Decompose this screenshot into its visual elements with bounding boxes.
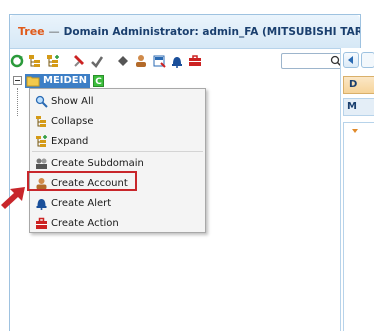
arrow-left-icon (348, 56, 353, 64)
create-document-icon (153, 55, 166, 68)
create-action-icon (189, 55, 201, 66)
menu-item-label: Expand (51, 135, 89, 147)
collapse-tree-button[interactable] (27, 53, 43, 69)
collapse-toggle[interactable] (13, 76, 22, 85)
menu-item-show-all[interactable]: Show All (30, 91, 205, 111)
menu-item-collapse[interactable]: Collapse (30, 111, 205, 131)
refresh-icon (10, 54, 24, 68)
tree-connector (17, 88, 18, 116)
menu-item-label: Collapse (51, 115, 94, 127)
create-subdomain-button[interactable] (115, 53, 131, 69)
folder-icon (26, 76, 40, 86)
refresh-button[interactable] (9, 53, 25, 69)
title-separator: — (48, 25, 60, 38)
menu-item-label: Create Subdomain (51, 157, 144, 169)
create-account-icon (136, 55, 146, 67)
expand-icon (34, 134, 48, 148)
tree-root-row: MEIDEN C (13, 73, 105, 88)
pointer-arrow-icon (1, 187, 25, 209)
tree-toolbar (9, 50, 345, 72)
alert-bell-icon (34, 196, 48, 210)
collapse-icon (34, 114, 48, 128)
forward-button[interactable] (361, 52, 374, 68)
unmark-button[interactable] (89, 53, 105, 69)
menu-item-create-action[interactable]: Create Action (30, 213, 205, 233)
unmark-icon (91, 56, 104, 68)
domain-badge: C (93, 74, 105, 87)
create-account-button[interactable] (133, 53, 149, 69)
menu-separator (32, 151, 203, 152)
tree-node-label: MEIDEN (43, 75, 88, 86)
magnifier-icon (34, 94, 48, 108)
menu-item-label: Create Action (51, 217, 119, 229)
detail-panel: D M (340, 48, 374, 331)
search-input[interactable] (281, 53, 345, 69)
expand-tree-button[interactable] (45, 53, 61, 69)
menu-item-create-subdomain[interactable]: Create Subdomain (30, 153, 205, 173)
context-menu: Show All Collapse Expand Create Subdomai… (27, 88, 206, 233)
create-subdomain-icon (118, 56, 128, 66)
detail-content (343, 122, 374, 331)
highlight-frame (27, 171, 137, 191)
mark-button[interactable] (71, 53, 87, 69)
back-button[interactable] (343, 52, 359, 68)
title-domain-admin: Domain Administrator: admin_FA (MITSUBIS… (63, 25, 360, 38)
menu-item-create-alert[interactable]: Create Alert (30, 193, 205, 213)
tree-node-meiden[interactable]: MEIDEN (25, 73, 91, 88)
dropdown-arrow-icon[interactable] (352, 129, 358, 133)
collapse-tree-icon (29, 55, 40, 67)
mark-icon (74, 55, 84, 67)
tab-d[interactable]: D (343, 76, 374, 94)
menu-item-label: Show All (51, 95, 94, 107)
panel-titlebar: Tree — Domain Administrator: admin_FA (M… (10, 15, 360, 49)
subdomain-icon (34, 156, 48, 170)
title-tree: Tree (18, 25, 45, 38)
menu-item-label: Create Alert (51, 197, 112, 209)
tab-m[interactable]: M (343, 98, 374, 116)
action-icon (34, 216, 48, 230)
create-alert-button[interactable] (169, 53, 185, 69)
menu-item-expand[interactable]: Expand (30, 131, 205, 151)
expand-tree-icon (47, 55, 59, 67)
create-document-button[interactable] (151, 53, 167, 69)
create-action-button[interactable] (187, 53, 203, 69)
create-alert-icon (172, 57, 182, 68)
